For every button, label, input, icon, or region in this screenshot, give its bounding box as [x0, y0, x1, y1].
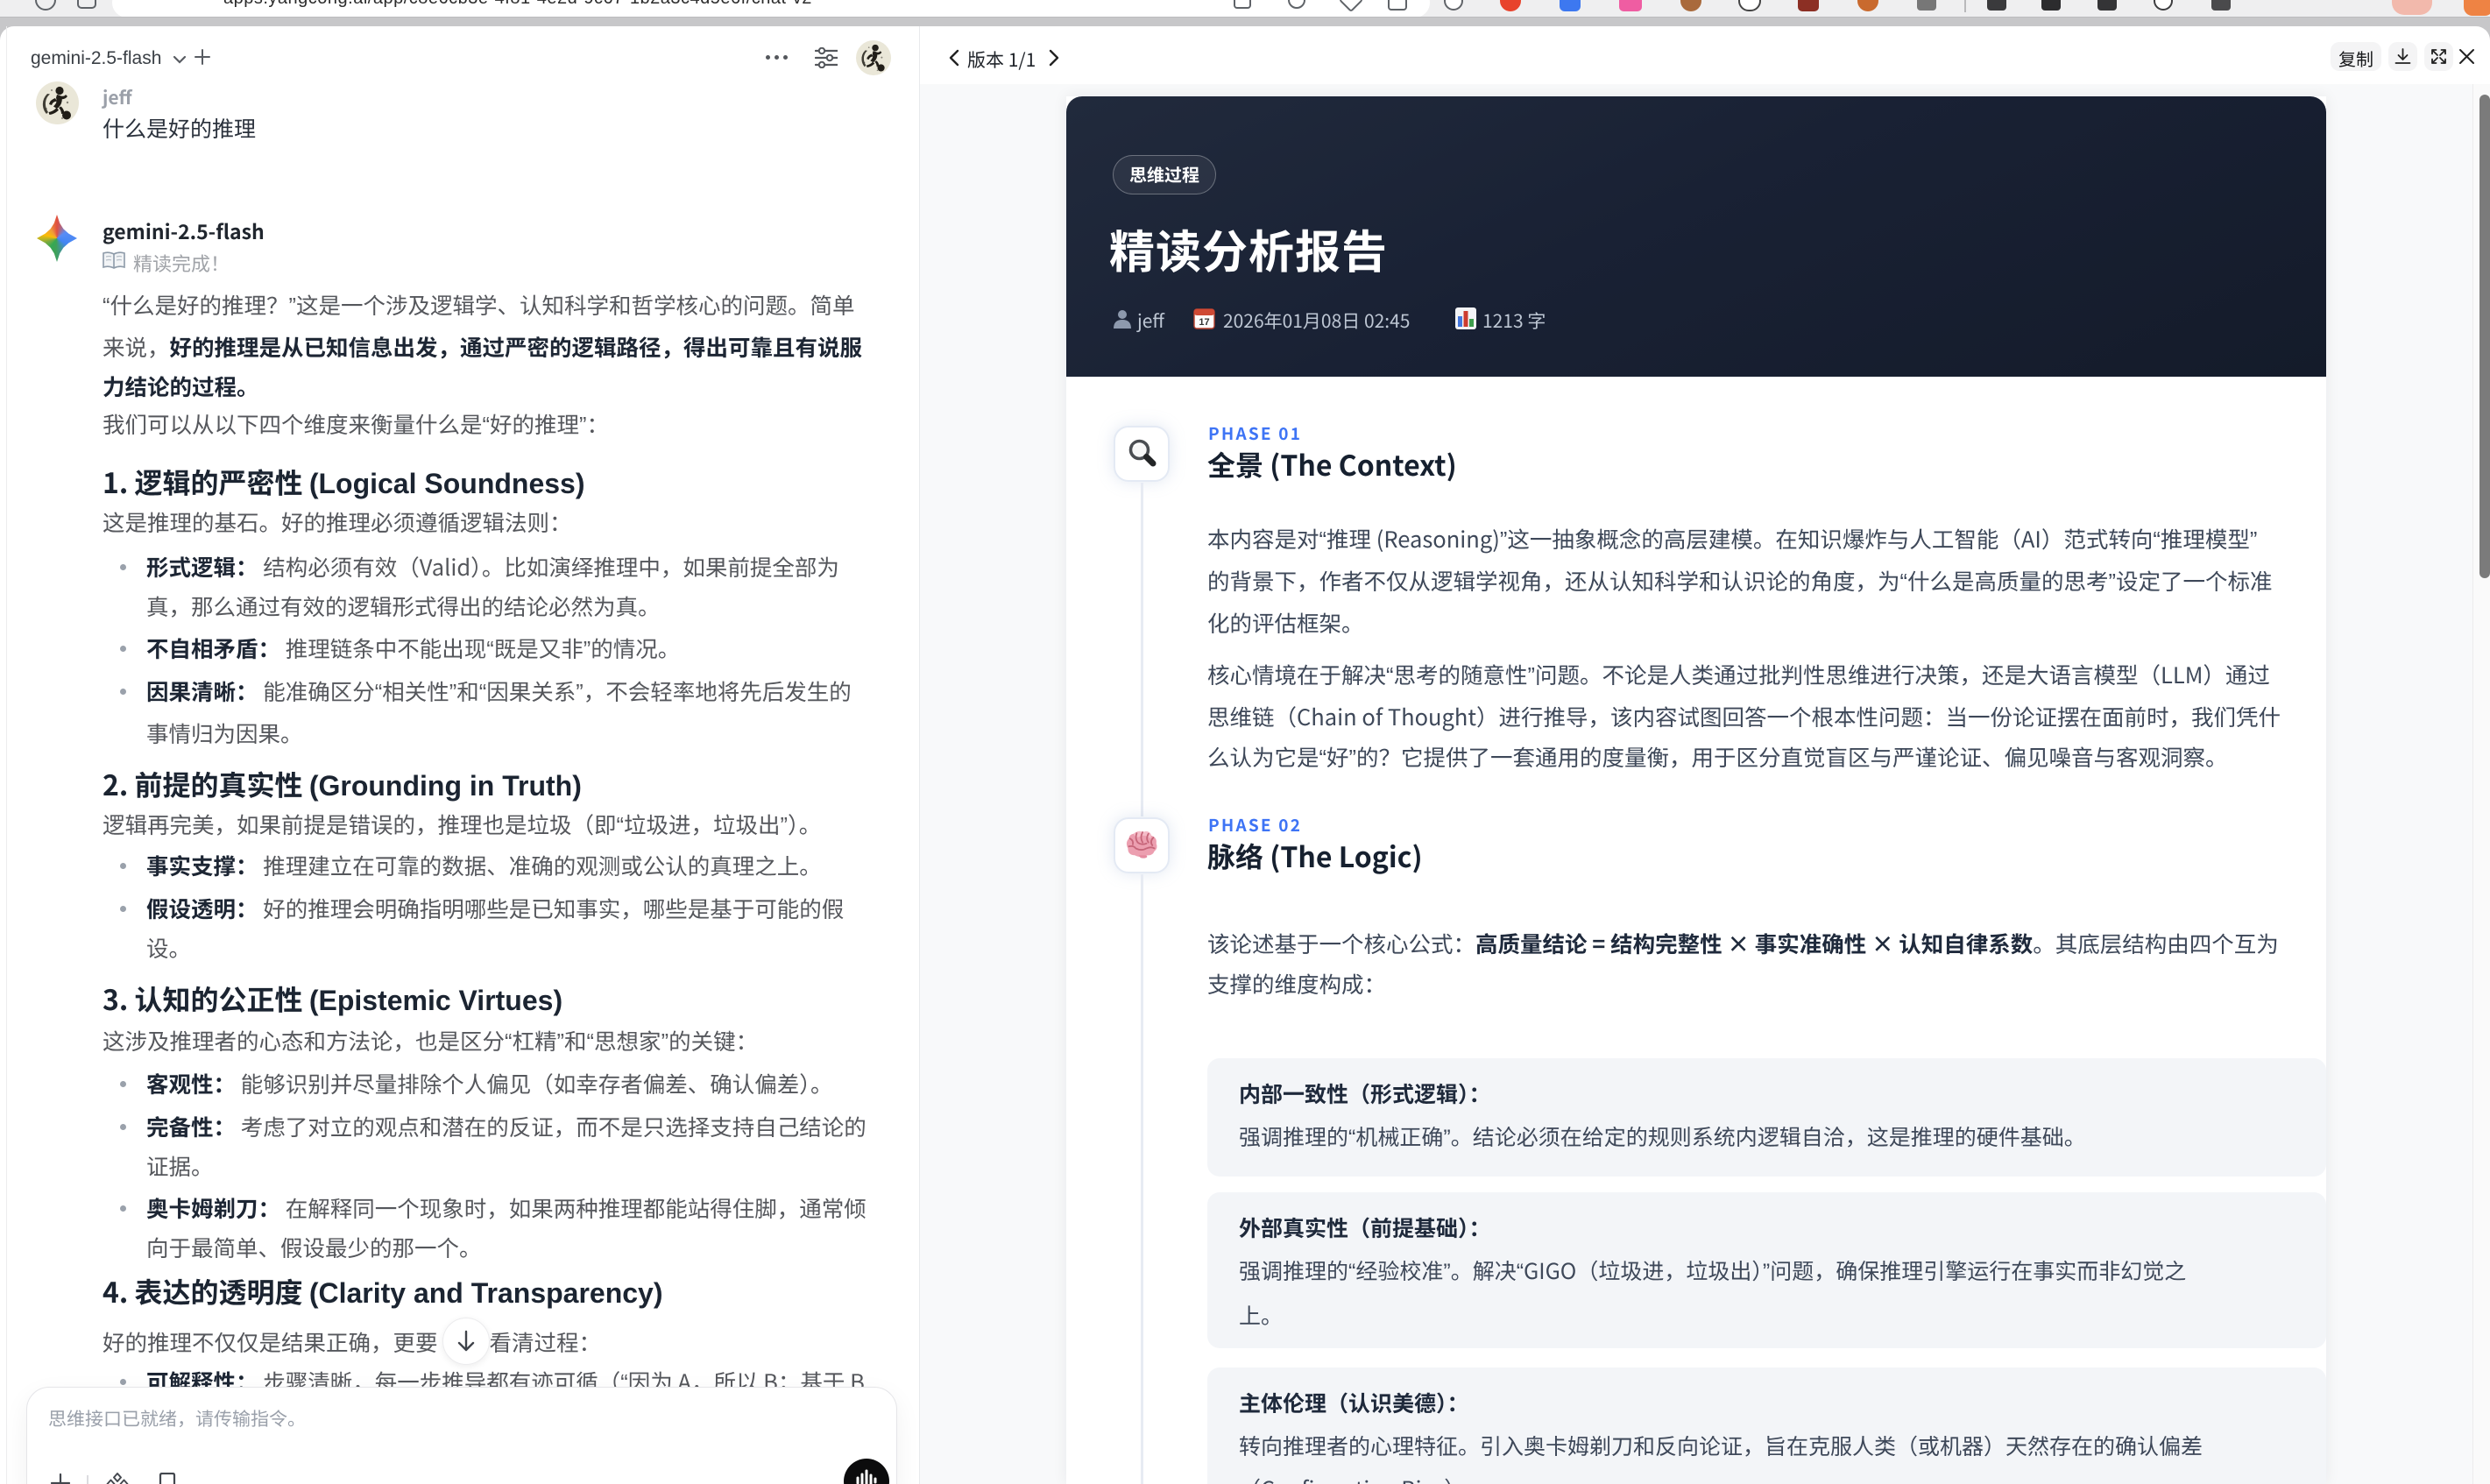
- svg-text:17: 17: [1199, 317, 1209, 328]
